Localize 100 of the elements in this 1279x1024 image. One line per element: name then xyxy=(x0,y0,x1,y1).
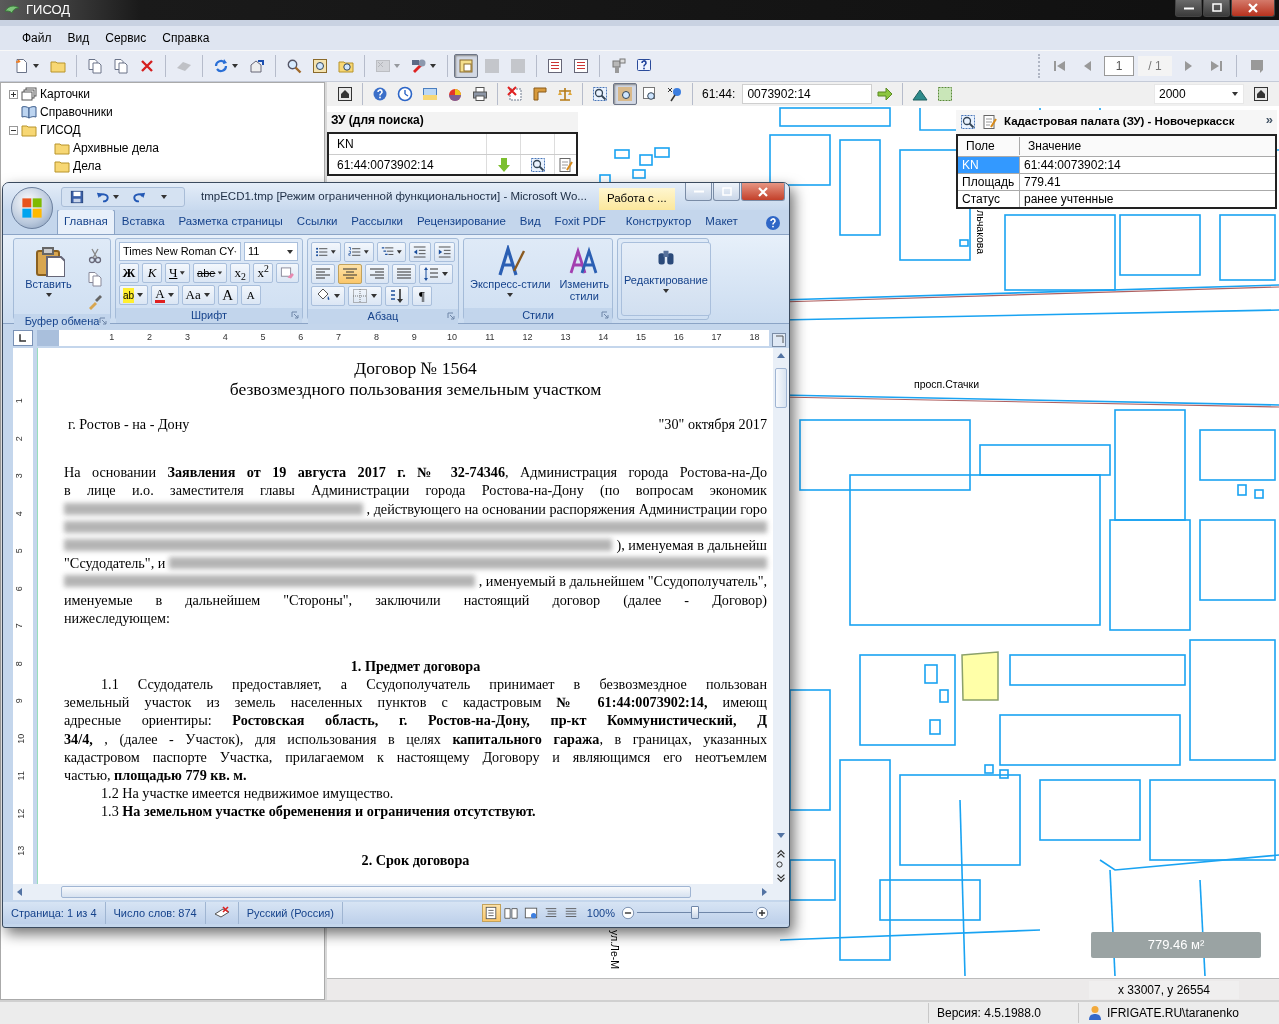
document-title: Договор № 1564 xyxy=(354,359,477,378)
editing-button[interactable]: Редактирование xyxy=(621,242,711,316)
number-prefix: 61:44: xyxy=(702,86,736,103)
coordinates-text: x 33007, y 26554 xyxy=(1089,980,1239,999)
panel-title: Кадастровая палата (ЗУ) - Новочеркасск xyxy=(1004,114,1235,130)
ribbon-tab[interactable]: Главная xyxy=(57,208,115,234)
column-header: KN xyxy=(336,136,355,153)
ruler-number: 8 xyxy=(12,660,25,666)
text-line: частью, площадью 779 кв. м. xyxy=(64,766,247,785)
text-line: , действующего на основании распоряжения Администрации горо xyxy=(366,499,767,518)
table-cell-text: 61:44:0073902:14 xyxy=(336,156,435,174)
scale-dropdown[interactable]: 2000 xyxy=(1154,84,1244,104)
ruler-number: 2 xyxy=(12,435,25,441)
format-button[interactable]: Ч xyxy=(165,263,191,283)
tree-item[interactable]: Архивные дела xyxy=(73,139,159,157)
tree-item[interactable]: Карточки xyxy=(40,85,91,103)
ruler-number: 8 xyxy=(373,331,379,344)
text-line: земельный участок из земель населенных пунктов с кадастровым № 61:44:0073902:14, имеющ xyxy=(64,693,767,712)
text-line: именуемые в дальнейшем "Стороны", заключили настоящий договор (далее - Договор) xyxy=(64,590,767,609)
text-line: 1.2 На участке имеется недвижимое имущество. xyxy=(101,784,394,803)
font-name-field[interactable]: Times New Roman CY xyxy=(119,242,241,261)
format-button[interactable]: A xyxy=(151,285,179,305)
expand-button[interactable]: » xyxy=(1265,110,1277,130)
text-line: 1.3 На земельном участке обременения и ограничения отсутствуют. xyxy=(101,802,536,821)
window-title: ГИСОД xyxy=(26,1,71,20)
tree-item[interactable]: Справочники xyxy=(40,103,113,121)
panel-title: ЗУ (для поиска) xyxy=(330,112,425,129)
tree-item[interactable]: ГИСОД xyxy=(40,121,81,139)
page-total: / 1 xyxy=(1138,56,1172,76)
format-button[interactable]: К xyxy=(142,263,162,283)
tree-item[interactable]: Дела xyxy=(73,157,102,175)
format-button[interactable]: A xyxy=(240,285,261,305)
format-button[interactable]: ab xyxy=(119,285,149,305)
language-indicator[interactable]: Русский (Россия) xyxy=(238,902,343,924)
ruler-number: 1 xyxy=(12,398,25,404)
zoom-level[interactable]: 100% xyxy=(586,904,615,922)
text-line: ), именуемая в дальнейш xyxy=(616,535,767,555)
ruler-number: 9 xyxy=(12,698,25,704)
ruler-number: 5 xyxy=(12,548,25,554)
field-cell[interactable]: Статус xyxy=(958,191,1020,207)
group-label: Стили xyxy=(522,308,554,324)
column-header: Значение xyxy=(1027,138,1083,155)
ruler-number: 9 xyxy=(411,331,417,344)
font-size-field[interactable]: 11 xyxy=(244,242,298,261)
menu-item[interactable]: Сервис xyxy=(97,29,155,47)
ruler-number: 1 xyxy=(109,331,115,344)
ribbon-tab[interactable]: Макет xyxy=(698,208,745,234)
ruler-number: 13 xyxy=(560,331,571,344)
format-button[interactable]: A xyxy=(217,285,238,305)
format-button[interactable]: x$^{2}$ xyxy=(253,263,274,283)
ribbon-tab[interactable]: Ссылки xyxy=(289,208,345,234)
version-text: Версия: 4.5.1988.0 xyxy=(937,1005,1041,1022)
street-label: просп.Стачки xyxy=(914,377,980,392)
format-button[interactable]: Ж xyxy=(119,263,139,283)
value-cell-text: 779.41 xyxy=(1023,174,1062,190)
show-marks-button[interactable]: ¶ xyxy=(412,286,432,306)
format-button[interactable]: abe xyxy=(193,263,228,283)
section-heading: 2. Срок договора xyxy=(361,850,470,869)
change-styles-button[interactable]: Изменить стили xyxy=(556,242,613,305)
ribbon-tab[interactable]: Вставка xyxy=(114,208,172,234)
ribbon-tab[interactable]: Разметка страницы xyxy=(171,208,290,234)
ribbon-tab[interactable]: Конструктор xyxy=(618,208,699,234)
ruler-number: 10 xyxy=(447,331,457,344)
text-line: , именуемый в дальнейшем "Ссудополучатель", xyxy=(478,572,767,591)
window-title: tmpECD1.tmp [Режим ограниченной функциональности] - Microsoft Wo... xyxy=(201,188,587,204)
text-line: кадастровом паспорте Участка, прилагаемом к настоящему Договору и являющимся его неотъемлем xyxy=(64,747,767,766)
ruler-number: 10 xyxy=(15,733,28,744)
text-line: г. Ростов - на - Дону xyxy=(68,415,190,434)
page-field[interactable]: 1 xyxy=(1104,56,1134,76)
field-cell[interactable]: Площадь xyxy=(958,174,1020,190)
ribbon-tab[interactable]: Рассылки xyxy=(344,208,410,234)
ruler-number: 18 xyxy=(749,331,760,344)
menu-item[interactable]: Вид xyxy=(59,29,98,47)
group-label: Шрифт xyxy=(190,308,228,324)
street-label: ул.Ле-М xyxy=(608,930,622,970)
ruler-number: 11 xyxy=(485,331,495,344)
menu-item[interactable]: Справка xyxy=(154,29,218,47)
ruler-number: 13 xyxy=(15,845,28,856)
value-cell-text: 61:44:0073902:14 xyxy=(1023,157,1122,173)
ruler-number: 12 xyxy=(522,331,533,344)
page-indicator[interactable]: Страница: 1 из 4 xyxy=(3,902,106,924)
ruler-number: 7 xyxy=(336,331,342,344)
menu-item[interactable]: Файл xyxy=(14,29,60,47)
ribbon-tab[interactable]: Foxit PDF xyxy=(547,208,613,234)
format-button[interactable]: x$_{2}$ xyxy=(230,263,251,283)
cadastral-number-field[interactable]: 0073902:14 xyxy=(742,84,873,104)
contextual-tab[interactable]: Работа с ... xyxy=(598,188,675,210)
text-line: 34/4, , (далее - Участок), для использования в целях капитального гаража, в границах, указанных xyxy=(64,729,767,748)
ribbon-tab[interactable]: Рецензирование xyxy=(410,208,513,234)
ruler-number: 16 xyxy=(673,331,684,344)
text-line: "30" октября 2017 xyxy=(658,415,767,434)
ribbon-tab[interactable]: Вид xyxy=(512,208,548,234)
ruler-number: 3 xyxy=(12,473,25,479)
ruler-number: 6 xyxy=(12,585,25,591)
ruler-number: 17 xyxy=(711,331,722,344)
word-count[interactable]: Число слов: 874 xyxy=(105,902,206,924)
quick-styles-button[interactable]: Экспресс-стили xyxy=(467,242,554,305)
format-button[interactable]: Aa xyxy=(181,285,215,305)
column-header: Поле xyxy=(958,137,1020,155)
document-title: безвозмездного пользования земельным участком xyxy=(229,380,602,399)
